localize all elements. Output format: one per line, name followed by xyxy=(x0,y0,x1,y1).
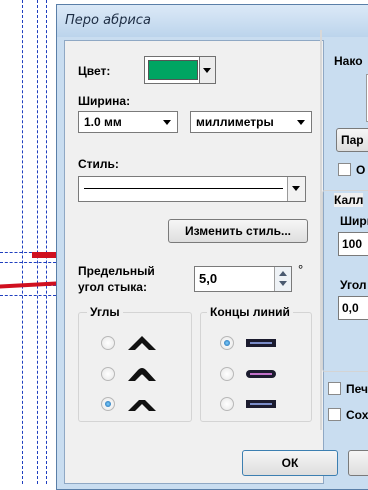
corner-miter-radio[interactable] xyxy=(101,336,115,350)
corner-bevel-radio[interactable] xyxy=(101,397,115,411)
miter-limit-label: Предельный xyxy=(78,264,155,278)
chevron-down-icon xyxy=(163,120,171,125)
round-corner-icon xyxy=(128,368,156,381)
spin-up-icon[interactable] xyxy=(279,271,287,276)
selection-marker xyxy=(0,281,56,289)
dialog-title: Перо абриса xyxy=(65,13,151,28)
miter-limit-label-2: угол стыка: xyxy=(78,280,147,294)
checkbox-option-1-label: О xyxy=(356,163,366,177)
angle-value: 0,0 xyxy=(342,301,359,315)
page-border-line xyxy=(46,0,47,484)
page-border-line xyxy=(37,0,38,484)
color-picker[interactable] xyxy=(144,56,216,84)
units-select[interactable]: миллиметры xyxy=(190,111,312,133)
miter-limit-value: 5,0 xyxy=(199,271,218,286)
round-cap-icon xyxy=(246,370,276,378)
params-button[interactable]: Пар xyxy=(336,128,368,152)
page-border-line xyxy=(22,0,23,484)
angle-label: Угол xyxy=(340,278,367,292)
save-checkbox[interactable] xyxy=(328,408,341,421)
print-checkbox[interactable] xyxy=(328,382,341,395)
color-dropdown-button[interactable] xyxy=(199,57,215,83)
selection-marker xyxy=(32,252,56,258)
cap-butt-radio[interactable] xyxy=(220,336,234,350)
spin-down-icon[interactable] xyxy=(279,281,287,286)
width-select[interactable]: 1.0 мм xyxy=(78,111,178,133)
guide-line xyxy=(0,295,56,296)
print-checkbox-label: Печ xyxy=(346,382,368,396)
right-panel: Нако Пар О Калл Шири 100 Угол 0,0 Печ Со… xyxy=(316,0,368,484)
stretch-label: Шири xyxy=(340,214,368,228)
corner-round-radio[interactable] xyxy=(101,367,115,381)
chevron-down-icon xyxy=(292,186,300,191)
save-checkbox-label: Сох xyxy=(346,408,368,422)
cap-round-radio[interactable] xyxy=(220,367,234,381)
calligraphy-title: Калл xyxy=(334,193,364,207)
width-label: Ширина: xyxy=(78,94,131,108)
line-caps-title: Концы линий xyxy=(207,305,293,319)
arrows-label: Нако xyxy=(334,54,363,68)
angle-input[interactable]: 0,0 xyxy=(338,296,368,320)
miter-corner-icon xyxy=(128,336,156,350)
miter-limit-spin-buttons[interactable] xyxy=(274,267,291,291)
style-label: Стиль: xyxy=(78,157,119,171)
line-style-dropdown-button[interactable] xyxy=(287,177,305,201)
solid-line-preview xyxy=(84,188,283,189)
checkbox-option-1[interactable] xyxy=(338,163,351,176)
miter-limit-spinbox[interactable]: 5,0 xyxy=(194,266,292,292)
stretch-value: 100 xyxy=(342,237,363,251)
ok-button-label: ОК xyxy=(281,456,299,470)
edit-style-button[interactable]: Изменить стиль... xyxy=(168,219,308,243)
units-value: миллиметры xyxy=(196,115,274,129)
butt-cap-icon xyxy=(246,339,276,347)
color-swatch xyxy=(148,60,198,80)
edit-style-label: Изменить стиль... xyxy=(185,224,291,238)
line-style-select[interactable] xyxy=(78,176,306,202)
params-button-label: Пар xyxy=(341,133,364,147)
chevron-down-icon xyxy=(203,68,211,73)
chevron-down-icon xyxy=(297,120,305,125)
cancel-button-partial[interactable] xyxy=(348,450,368,476)
degree-sign: ° xyxy=(298,262,304,277)
bevel-corner-icon xyxy=(128,400,156,411)
guide-line xyxy=(0,262,56,263)
width-value: 1.0 мм xyxy=(84,115,122,129)
square-cap-icon xyxy=(246,400,276,408)
color-label: Цвет: xyxy=(78,64,111,78)
corners-title: Углы xyxy=(87,305,123,319)
cap-square-radio[interactable] xyxy=(220,397,234,411)
stretch-input[interactable]: 100 xyxy=(338,232,368,256)
